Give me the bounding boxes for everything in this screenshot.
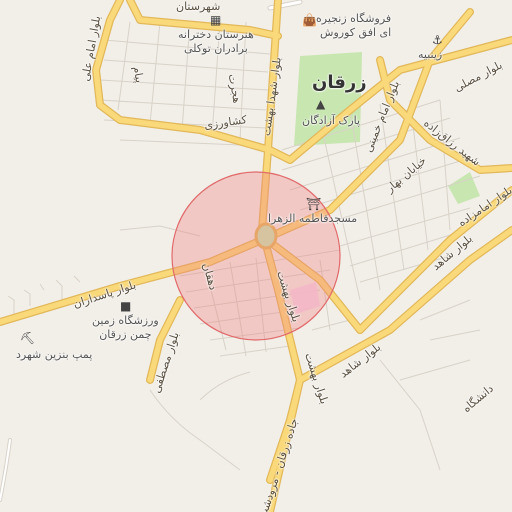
poi-school-label[interactable]: هنرستان دخترانه برادران توکلی: [178, 28, 254, 56]
poi-fuel-label[interactable]: پمپ بنزین شهرد: [16, 348, 92, 362]
shop-icon[interactable]: 👜: [302, 14, 317, 26]
poi-mosque-label[interactable]: مسجدفاطمه الزهرا: [268, 212, 357, 226]
poi-zinbieh-label[interactable]: زینبیه: [418, 48, 442, 62]
city-label: زرقان: [312, 72, 367, 93]
fuel-icon[interactable]: ⛏: [20, 332, 35, 344]
mosque-icon[interactable]: ⛩: [306, 198, 321, 210]
stadium-icon[interactable]: ■: [120, 300, 131, 312]
poi-park-label[interactable]: پارک آزادگان: [302, 114, 360, 128]
tree-icon[interactable]: ▲: [316, 98, 325, 110]
poi-store-label[interactable]: فروشگاه زنجیره ای افق کوروش: [316, 12, 391, 40]
park-area-east: [448, 172, 480, 204]
road-label-payam: پیام: [130, 65, 147, 84]
map-view[interactable]: زرقان بلوار شهدا بهشت بلوار امام علی بلو…: [0, 0, 512, 512]
poi-sports-label[interactable]: ورزشگاه زمین چمن زرقان: [92, 314, 159, 342]
religious-site-icon[interactable]: ⚓: [432, 34, 443, 46]
road-label-shahrestan: شهرستان: [176, 0, 221, 13]
school-icon[interactable]: ▦: [210, 14, 221, 26]
map-canvas[interactable]: [0, 0, 512, 512]
